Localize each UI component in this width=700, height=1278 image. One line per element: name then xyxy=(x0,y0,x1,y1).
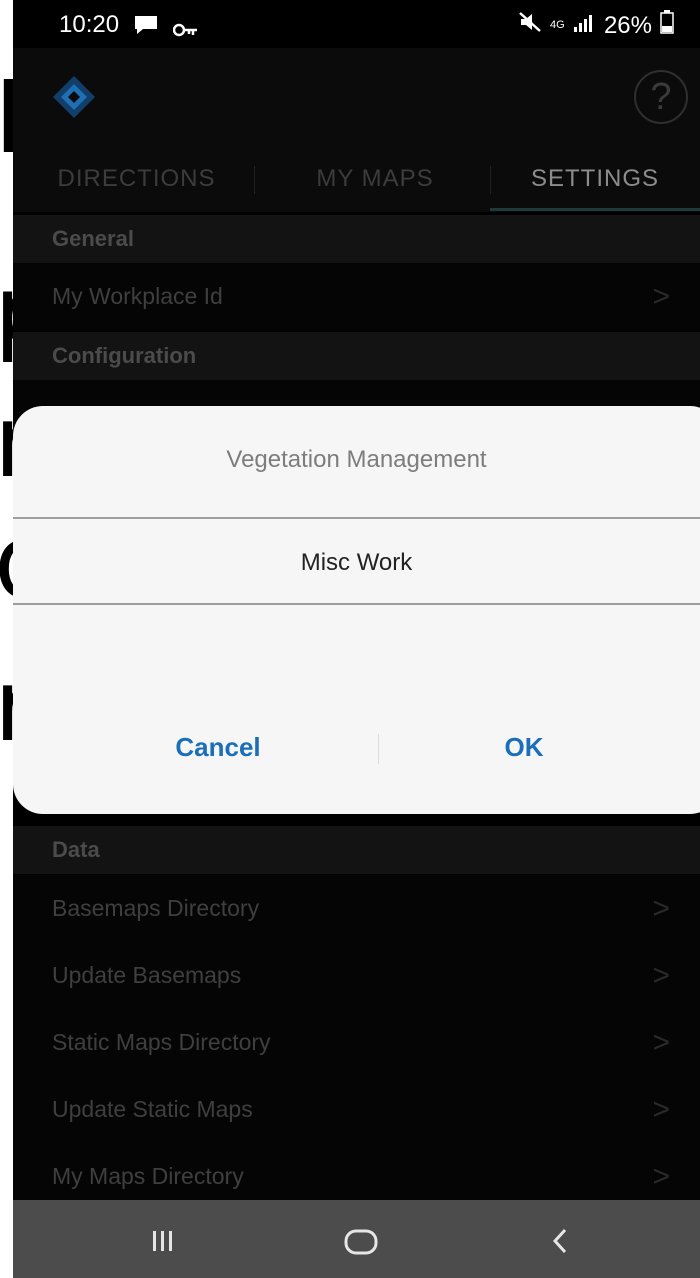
list-item-label: Update Basemaps xyxy=(52,962,242,988)
list-item-my-workplace-id[interactable]: My Workplace Id > xyxy=(13,263,700,330)
section-header-general: General xyxy=(13,215,700,263)
diamond-logo-icon xyxy=(51,74,97,125)
status-time: 10:20 xyxy=(59,11,120,38)
list-item-label: Basemaps Directory xyxy=(52,895,260,921)
tab-directions[interactable]: DIRECTIONS xyxy=(13,148,260,212)
status-bar: 10:20 4G 26% xyxy=(13,0,700,48)
tab-my-maps[interactable]: MY MAPS xyxy=(260,148,490,212)
home-icon[interactable] xyxy=(311,1200,411,1278)
help-glyph: ? xyxy=(650,76,672,118)
chevron-right-icon: > xyxy=(652,280,670,313)
active-tab-indicator xyxy=(490,208,700,211)
chevron-right-icon: > xyxy=(652,1026,670,1059)
app-bar: ? xyxy=(13,48,700,148)
network-label: 4G xyxy=(549,19,565,31)
picker-divider-top xyxy=(13,517,700,519)
ok-button[interactable]: OK xyxy=(359,732,689,763)
list-item-static-maps-directory[interactable]: Static Maps Directory > xyxy=(13,1009,700,1076)
recent-apps-icon[interactable] xyxy=(117,1200,217,1278)
chat-icon xyxy=(133,14,159,43)
list-item-update-static-maps[interactable]: Update Static Maps > xyxy=(13,1076,700,1143)
selection-dialog: Vegetation Management Misc Work Cancel O… xyxy=(13,406,700,814)
phone-screen: 10:20 4G 26% ? DIRECTIONS MY MAPS SETTIN… xyxy=(13,0,700,1278)
list-item-label: Update Static Maps xyxy=(52,1096,253,1122)
chevron-right-icon: > xyxy=(652,892,670,925)
status-right: 4G 26% xyxy=(518,10,674,41)
chevron-right-icon: > xyxy=(652,1093,670,1126)
mute-icon xyxy=(518,11,542,40)
dialog-title: Vegetation Management xyxy=(226,446,487,473)
cancel-button[interactable]: Cancel xyxy=(53,732,383,763)
chevron-right-icon: > xyxy=(652,959,670,992)
help-icon[interactable]: ? xyxy=(634,70,688,124)
battery-icon xyxy=(660,10,674,41)
battery-percent: 26% xyxy=(603,11,652,39)
system-nav-bar xyxy=(13,1200,700,1278)
tab-settings[interactable]: SETTINGS xyxy=(490,148,700,212)
section-header-configuration: Configuration xyxy=(13,332,700,380)
picker-selected-option[interactable]: Misc Work xyxy=(13,549,700,577)
list-item-update-basemaps[interactable]: Update Basemaps > xyxy=(13,942,700,1009)
picker-divider-bottom xyxy=(13,603,700,605)
key-icon xyxy=(172,17,199,45)
list-item-label: My Maps Directory xyxy=(52,1163,244,1189)
list-item-label: Static Maps Directory xyxy=(52,1029,271,1055)
tab-bar: DIRECTIONS MY MAPS SETTINGS xyxy=(13,148,700,212)
signal-icon xyxy=(572,12,596,40)
back-icon[interactable] xyxy=(509,1200,609,1278)
list-item-label: My Workplace Id xyxy=(52,283,223,309)
section-header-data: Data xyxy=(13,826,700,874)
tab-separator xyxy=(254,166,255,194)
list-item-basemaps-directory[interactable]: Basemaps Directory > xyxy=(13,875,700,942)
